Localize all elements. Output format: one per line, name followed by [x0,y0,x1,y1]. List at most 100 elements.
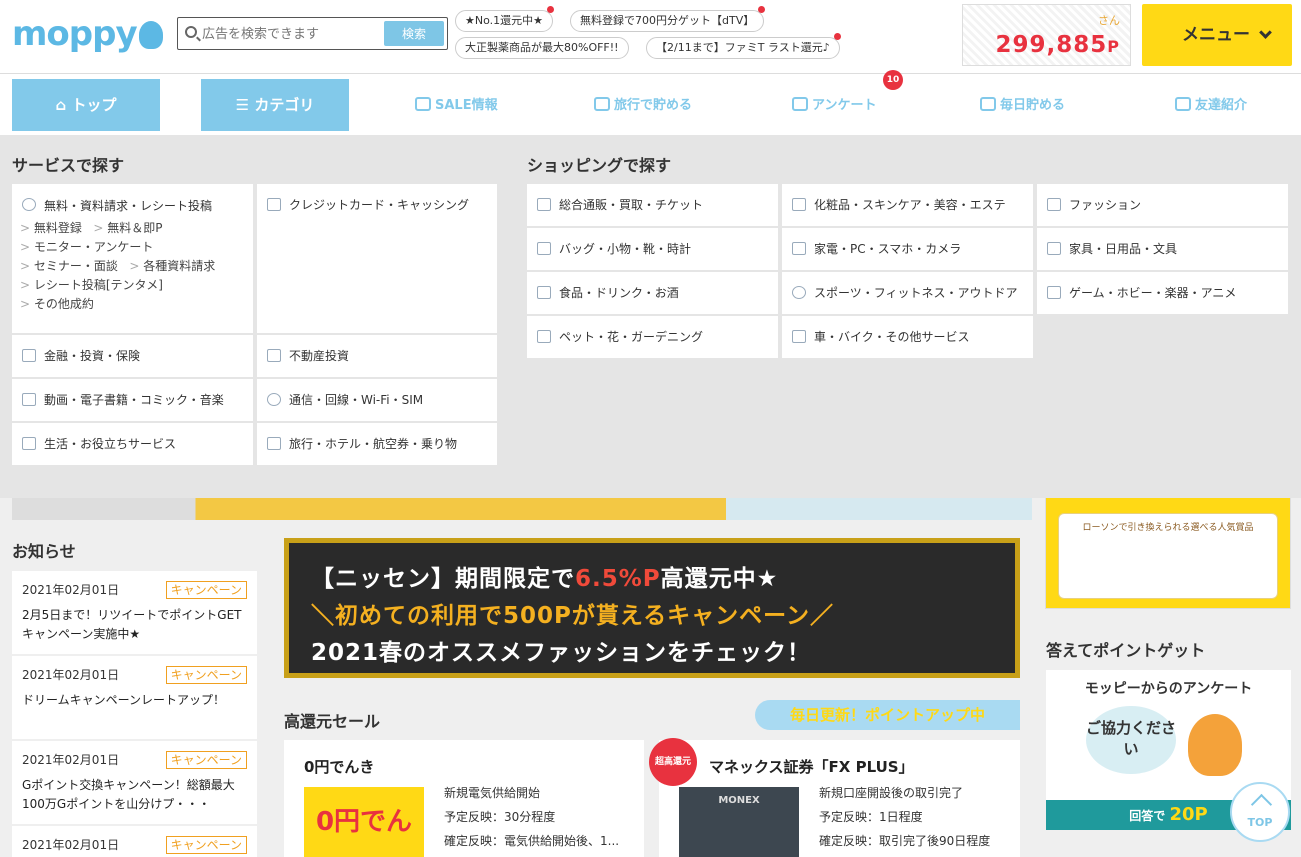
service-card-realestate[interactable]: 不動産投資 [257,335,497,377]
shop-card-general[interactable]: 総合通販・買取・チケット [527,184,778,226]
led-line-3: 2021春のオススメファッションをチェック！ [311,640,812,666]
notice-item[interactable]: 2021年02月01日 キャンペーン ドリームキャンペーンレートアップ！ [12,656,257,739]
search-icon [185,26,197,38]
points-suffix: さん [1098,14,1120,27]
new-dot-icon [758,6,766,13]
pill-famit[interactable]: 【2/11まで】ファミT ラスト還元♪ [646,33,841,59]
category-mega-menu: サービスで探す ショッピングで探す 無料・資料請求・レシート投稿 無料登録 無料… [0,135,1301,498]
cart-icon [537,198,551,211]
search-button[interactable]: 検索 [384,21,444,46]
back-to-top-button[interactable]: TOP [1230,782,1290,842]
pill-dtv[interactable]: 無料登録で700円分ゲット【dTV】 [570,6,766,32]
sale-card-image: MONEX [679,787,799,857]
new-dot-icon [833,33,841,40]
nav-sale[interactable]: SALE情報 [415,94,498,113]
sublink-other[interactable]: その他成約 [20,297,94,311]
service-section-title: サービスで探す [12,156,125,175]
high-reward-ribbon: 超高還元 [649,738,697,786]
friends-icon [1175,97,1191,111]
shop-card-food[interactable]: 食品・ドリンク・お酒 [527,272,778,314]
globe-icon [267,393,281,406]
shopping-section-title: ショッピングで探す [527,156,672,175]
notice-item[interactable]: 2021年02月01日 キャンペーン [12,826,257,857]
squirrel-mascot-icon [1188,714,1242,776]
cosmetics-icon [792,198,806,211]
service-card-video[interactable]: 動画・電子書籍・コミック・音楽 [12,379,253,421]
car-icon [792,330,806,343]
shop-card-games[interactable]: ゲーム・ホビー・楽器・アニメ [1037,272,1288,314]
sublink-monitor[interactable]: モニター・アンケート [20,240,153,254]
shop-card-pets[interactable]: ペット・花・ガーデニング [527,316,778,358]
daily-update-badge: 毎日更新！ポイントアップ中 [755,700,1020,730]
led-line-1: 【ニッセン】期間限定で6.5%P高還元中★ [311,566,779,592]
sale-card-pending: 予定反映：30分程度 [444,810,556,824]
service-card-life[interactable]: 生活・お役立ちサービス [12,423,253,465]
sublink-receipt[interactable]: レシート投稿[テンタメ] [20,278,163,292]
building-icon [22,349,36,362]
nav-invite[interactable]: 友達紹介 [1175,94,1247,113]
sale-card-monex[interactable]: 超高還元 マネックス証券「FX PLUS」 MONEX 新規口座開設後の取引完了… [649,738,1020,857]
notice-heading: お知らせ [12,542,76,561]
shop-card-bags[interactable]: バッグ・小物・靴・時計 [527,228,778,270]
service-card-travel[interactable]: 旅行・ホテル・航空券・乗り物 [257,423,497,465]
answer-heading: 答えてポイントゲット [1046,641,1206,660]
sale-card-pending: 予定反映：1日程度 [819,810,923,824]
service-card-finance[interactable]: 金融・投資・保険 [12,335,253,377]
shop-card-cosmetics[interactable]: 化粧品・スキンケア・美容・エステ [782,184,1033,226]
sublink-instant-p[interactable]: 無料＆即P [93,221,162,235]
logo[interactable]: moppy [12,14,163,54]
chevron-down-icon [1259,26,1272,39]
menu-button[interactable]: メニュー [1142,4,1292,66]
ball-icon [792,286,806,299]
sale-card-title: 0円でんき [304,758,375,776]
points-display[interactable]: さん 299,885P [962,4,1131,66]
sublink-seminar[interactable]: セミナー・面談 [20,259,118,273]
notice-tag: キャンペーン [165,666,247,684]
led-banner[interactable]: 【ニッセン】期間限定で6.5%P高還元中★ ＼初めての利用で500Pが貰えるキャ… [284,538,1020,678]
sale-heading: 高還元セール [284,712,381,731]
sale-card-image: 0円でんき [304,787,424,857]
search-icon [22,198,36,211]
header: moppy 検索 ★No.1還元中★ 無料登録で700円分ゲット【dTV】 大正… [0,0,1301,74]
sublink-free-register[interactable]: 無料登録 [20,221,82,235]
plane-icon [267,437,281,450]
sale-card-condition: 新規口座開設後の取引完了 [819,786,964,800]
pill-taisho[interactable]: 大正製薬商品が最大80%OFF!! [455,37,629,59]
chart-bar-icon [267,349,281,362]
nav-daily[interactable]: 毎日貯める [980,94,1065,113]
shop-card-electronics[interactable]: 家電・PC・スマホ・カメラ [782,228,1033,270]
main-nav: ⌂ トップ ☰ カテゴリ SALE情報 旅行で貯める アンケート 毎日貯める 友… [0,74,1301,135]
service-card-telecom[interactable]: 通信・回線・Wi-Fi・SIM [257,379,497,421]
notice-tag: キャンペーン [165,581,247,599]
sale-card-confirmed: 確定反映：電気供給開始後、1... [444,834,620,848]
shop-card-fashion[interactable]: ファッション [1037,184,1288,226]
hero-banner-strip [12,498,1032,520]
nav-travel[interactable]: 旅行で貯める [594,94,692,113]
sale-card-0en-denki[interactable]: 0円でんき 0円でんき 新規電気供給開始 予定反映：30分程度 確定反映：電気供… [284,740,644,857]
nav-survey[interactable]: アンケート [792,94,876,113]
service-card-credit[interactable]: クレジットカード・キャッシング [257,184,497,333]
shop-card-cars[interactable]: 車・バイク・その他サービス [782,316,1033,358]
shop-card-sports[interactable]: スポーツ・フィットネス・アウトドア [782,272,1033,314]
service-card-free[interactable]: 無料・資料請求・レシート投稿 無料登録 無料＆即P モニター・アンケート セミナ… [12,184,253,333]
nav-top-button[interactable]: ⌂ トップ [12,79,160,131]
notice-text: Gポイント交換キャンペーン！総額最大100万Gポイントを山分けプ・・・ [22,778,235,811]
search-box: 検索 [177,17,448,50]
nav-category-button[interactable]: ☰ カテゴリ [201,79,349,131]
search-input[interactable] [202,24,382,44]
notice-item[interactable]: 2021年02月01日 キャンペーン Gポイント交換キャンペーン！総額最大100… [12,741,257,824]
credit-card-icon [267,198,281,211]
notice-tag: キャンペーン [165,751,247,769]
plane-icon [594,97,610,111]
notice-item[interactable]: 2021年02月01日 キャンペーン 2月5日まで！リツイートでポイントGETキ… [12,571,257,654]
bottle-icon [537,286,551,299]
enquete-bubble: ご協力ください [1086,706,1176,774]
notice-tag: キャンペーン [165,836,247,854]
sale-card-confirmed: 確定反映：取引完了後90日程度 [819,834,991,848]
sublink-documents[interactable]: 各種資料請求 [129,259,215,273]
sprout-icon [22,437,36,450]
furniture-icon [1047,242,1061,255]
pill-no1[interactable]: ★No.1還元中★ [455,6,554,32]
lawson-banner-text: ローソンで引き換えられる選べる人気賞品 [1058,513,1278,599]
shop-card-furniture[interactable]: 家具・日用品・文具 [1037,228,1288,270]
